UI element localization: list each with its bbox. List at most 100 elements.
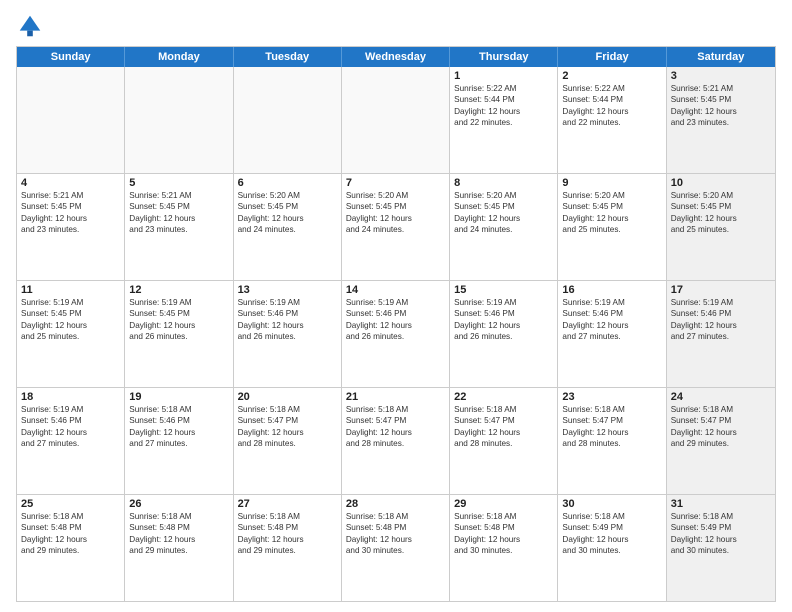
cell-line: Daylight: 12 hours (562, 427, 661, 438)
cell-line: Sunset: 5:48 PM (454, 522, 553, 533)
day-number: 1 (454, 70, 553, 82)
cell-line: Sunset: 5:45 PM (562, 201, 661, 212)
calendar-cell: 21Sunrise: 5:18 AMSunset: 5:47 PMDayligh… (342, 388, 450, 494)
day-number: 14 (346, 284, 445, 296)
cell-line: and 27 minutes. (129, 438, 228, 449)
cell-line: Sunrise: 5:18 AM (238, 404, 337, 415)
header-day-sunday: Sunday (17, 47, 125, 67)
calendar-cell: 15Sunrise: 5:19 AMSunset: 5:46 PMDayligh… (450, 281, 558, 387)
cell-line: Sunrise: 5:20 AM (346, 190, 445, 201)
day-number: 30 (562, 498, 661, 510)
day-number: 2 (562, 70, 661, 82)
cell-line: Sunset: 5:45 PM (671, 201, 771, 212)
logo-icon (16, 12, 44, 40)
cell-line: Daylight: 12 hours (562, 320, 661, 331)
day-number: 10 (671, 177, 771, 189)
day-number: 4 (21, 177, 120, 189)
cell-line: and 25 minutes. (21, 331, 120, 342)
cell-line: Daylight: 12 hours (21, 427, 120, 438)
day-number: 15 (454, 284, 553, 296)
calendar-body: 1 Sunrise: 5:22 AM Sunset: 5:44 PM Daylight… (17, 67, 775, 601)
calendar-cell: 23Sunrise: 5:18 AMSunset: 5:47 PMDayligh… (558, 388, 666, 494)
cell-line: and 30 minutes. (346, 545, 445, 556)
day-number: 26 (129, 498, 228, 510)
cell-line: Sunset: 5:45 PM (346, 201, 445, 212)
cell-line: Sunrise: 5:18 AM (129, 511, 228, 522)
calendar-cell: 26Sunrise: 5:18 AMSunset: 5:48 PMDayligh… (125, 495, 233, 601)
cell-line: Daylight: 12 hours (129, 320, 228, 331)
header-day-wednesday: Wednesday (342, 47, 450, 67)
cell-line: and 26 minutes. (454, 331, 553, 342)
cell-line: Sunrise: 5:18 AM (562, 404, 661, 415)
calendar-cell (17, 67, 125, 173)
calendar-cell: 22Sunrise: 5:18 AMSunset: 5:47 PMDayligh… (450, 388, 558, 494)
logo (16, 12, 48, 40)
cell-line: Sunrise: 5:18 AM (238, 511, 337, 522)
cell-line: Sunset: 5:44 PM (454, 94, 553, 105)
calendar-cell: 5Sunrise: 5:21 AMSunset: 5:45 PMDaylight… (125, 174, 233, 280)
cell-line: Sunset: 5:45 PM (454, 201, 553, 212)
cell-line: Sunset: 5:46 PM (238, 308, 337, 319)
cell-line: Sunrise: 5:18 AM (671, 404, 771, 415)
cell-line: Sunrise: 5:18 AM (21, 511, 120, 522)
cell-line: Sunset: 5:45 PM (671, 94, 771, 105)
cell-line: Sunrise: 5:20 AM (671, 190, 771, 201)
calendar-row-2: 11Sunrise: 5:19 AMSunset: 5:45 PMDayligh… (17, 280, 775, 387)
cell-line: Sunrise: 5:18 AM (671, 511, 771, 522)
calendar-cell: 31Sunrise: 5:18 AMSunset: 5:49 PMDayligh… (667, 495, 775, 601)
cell-line: Daylight: 12 hours (671, 534, 771, 545)
cell-line: Sunrise: 5:19 AM (21, 297, 120, 308)
cell-line: Daylight: 12 hours (346, 213, 445, 224)
cell-line: and 25 minutes. (671, 224, 771, 235)
cell-line: and 26 minutes. (346, 331, 445, 342)
cell-line: and 27 minutes. (671, 331, 771, 342)
calendar-row-0: 1 Sunrise: 5:22 AM Sunset: 5:44 PM Daylight… (17, 67, 775, 173)
cell-line: Sunrise: 5:19 AM (454, 297, 553, 308)
cell-line: Sunset: 5:46 PM (671, 308, 771, 319)
cell-line: Daylight: 12 hours (562, 534, 661, 545)
cell-line: Daylight: 12 hours (454, 213, 553, 224)
day-number: 9 (562, 177, 661, 189)
day-number: 20 (238, 391, 337, 403)
calendar-cell: 19Sunrise: 5:18 AMSunset: 5:46 PMDayligh… (125, 388, 233, 494)
header-day-tuesday: Tuesday (234, 47, 342, 67)
cell-line: Sunrise: 5:19 AM (346, 297, 445, 308)
cell-line: and 27 minutes. (21, 438, 120, 449)
cell-line: Daylight: 12 hours (454, 534, 553, 545)
cell-line: and 28 minutes. (238, 438, 337, 449)
day-number: 28 (346, 498, 445, 510)
cell-line: Sunset: 5:46 PM (562, 308, 661, 319)
cell-line: and 28 minutes. (346, 438, 445, 449)
cell-line: Sunset: 5:45 PM (21, 308, 120, 319)
day-number: 19 (129, 391, 228, 403)
cell-line: Sunset: 5:45 PM (238, 201, 337, 212)
cell-line: Daylight: 12 hours (238, 427, 337, 438)
cell-line: Sunset: 5:46 PM (21, 415, 120, 426)
cell-line: Sunset: 5:46 PM (346, 308, 445, 319)
cell-line: Sunset: 5:49 PM (562, 522, 661, 533)
cell-line: Sunset: 5:47 PM (562, 415, 661, 426)
cell-line: and 24 minutes. (346, 224, 445, 235)
cell-line: Daylight: 12 hours (454, 320, 553, 331)
cell-line: Sunset: 5:48 PM (346, 522, 445, 533)
day-number: 7 (346, 177, 445, 189)
day-number: 18 (21, 391, 120, 403)
day-number: 8 (454, 177, 553, 189)
cell-line: Sunrise: 5:19 AM (21, 404, 120, 415)
header-day-saturday: Saturday (667, 47, 775, 67)
cell-line: Daylight: 12 hours (671, 106, 771, 117)
cell-line: Daylight: 12 hours (21, 213, 120, 224)
cell-line: and 22 minutes. (454, 117, 553, 128)
cell-line: Sunset: 5:46 PM (129, 415, 228, 426)
cell-line: Sunset: 5:47 PM (671, 415, 771, 426)
cell-line: Sunset: 5:48 PM (21, 522, 120, 533)
cell-line: Daylight: 12 hours (562, 213, 661, 224)
cell-line: and 29 minutes. (21, 545, 120, 556)
header (16, 12, 776, 40)
cell-line: and 29 minutes. (671, 438, 771, 449)
calendar-cell: 24Sunrise: 5:18 AMSunset: 5:47 PMDayligh… (667, 388, 775, 494)
cell-line: Daylight: 12 hours (129, 534, 228, 545)
header-day-friday: Friday (558, 47, 666, 67)
calendar-cell: 10Sunrise: 5:20 AMSunset: 5:45 PMDayligh… (667, 174, 775, 280)
cell-line: Sunrise: 5:22 AM (562, 83, 661, 94)
